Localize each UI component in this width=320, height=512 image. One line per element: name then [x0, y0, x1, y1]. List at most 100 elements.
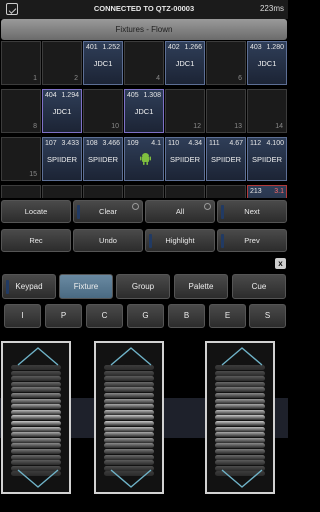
grid-cell[interactable]: 6 [206, 41, 246, 85]
indicator-bar [6, 280, 9, 294]
wheel-rib [215, 393, 265, 398]
attribute-position-button[interactable]: P [45, 304, 82, 328]
wheel-rib [11, 432, 61, 438]
wheel-rib [104, 443, 154, 449]
status-bar: CONNECTED TO QTZ-00003 223ms [0, 0, 288, 19]
grid-cell[interactable]: 2 [42, 41, 82, 85]
all-label: All [175, 207, 185, 216]
fixture-cell[interactable]: 401 1.252 JDC1 [83, 41, 123, 85]
grid-cell[interactable]: 10 [83, 89, 123, 133]
next-button[interactable]: Next [217, 200, 287, 223]
fixture-cell[interactable]: 404 1.294 JDC1 [42, 89, 82, 133]
wheel-rib [215, 421, 265, 426]
grid-cell[interactable] [206, 185, 246, 198]
wheel-rib [215, 449, 265, 454]
grid-cell[interactable] [124, 185, 164, 198]
fixture-grid: 1 2 401 1.252 JDC1 4 402 1.266 JDC1 6 40… [0, 41, 288, 198]
next-label: Next [244, 207, 260, 216]
fixture-cell[interactable]: 111 4.67 SPIIDER [206, 137, 246, 181]
wheel-rib [11, 381, 61, 387]
fixture-cell[interactable]: 107 3.433 SPIIDER [42, 137, 82, 181]
grid-cell[interactable]: 14 [247, 89, 287, 133]
undo-button[interactable]: Undo [73, 229, 143, 252]
record-label: Rec [29, 236, 43, 245]
attribute-effect-button[interactable]: E [209, 304, 246, 328]
grid-cell[interactable] [42, 185, 82, 198]
fixture-number: 404 [45, 92, 57, 99]
fixture-value: 3.466 [102, 140, 120, 147]
prev-label: Prev [244, 236, 260, 245]
fixture-cell[interactable]: 112 4.100 SPIIDER [247, 137, 287, 181]
clear-button[interactable]: Clear [73, 200, 143, 223]
wheel-rib [215, 460, 265, 466]
fixture-cell[interactable]: 108 3.466 SPIIDER [83, 137, 123, 181]
attribute-gobo-button[interactable]: G [127, 304, 164, 328]
attribute-colour-button[interactable]: C [86, 304, 123, 328]
grid-cell[interactable]: 13 [206, 89, 246, 133]
tab-keypad[interactable]: Keypad [2, 274, 56, 299]
fixture-name: JDC1 [175, 59, 195, 68]
wheel-rib [104, 404, 154, 410]
fixture-number: 108 [86, 140, 98, 147]
wheel-rib [11, 404, 61, 410]
highlight-button[interactable]: Highlight [145, 229, 215, 252]
fixture-number: 110 [168, 140, 180, 147]
attribute-intensity-button[interactable]: I [4, 304, 41, 328]
cell-number: 4 [156, 75, 160, 82]
grid-cell[interactable]: 8 [1, 89, 41, 133]
prev-button[interactable]: Prev [217, 229, 287, 252]
locate-button[interactable]: Locate [1, 200, 71, 223]
all-button[interactable]: All [145, 200, 215, 223]
cell-number: 6 [238, 75, 242, 82]
wheel-rib [104, 437, 154, 443]
tab-fixture[interactable]: Fixture [59, 274, 113, 299]
attribute-special-button[interactable]: S [249, 304, 286, 328]
tab-group[interactable]: Group [116, 274, 170, 299]
grid-cell[interactable] [83, 185, 123, 198]
encoder-wheel-2[interactable] [94, 341, 164, 494]
fixture-name: JDC1 [257, 59, 277, 68]
fixture-value: 1.266 [184, 44, 202, 51]
wheel-rib [11, 415, 61, 421]
encoder-wheel-1[interactable] [1, 341, 71, 494]
wheel-rib [11, 393, 61, 398]
arrow-down-icon [17, 469, 59, 488]
wheel-rib [11, 409, 61, 415]
tab-label: Keypad [15, 282, 43, 291]
key-label: E [224, 311, 231, 320]
arrow-up-icon [110, 347, 152, 366]
grid-cell[interactable]: 4 [124, 41, 164, 85]
fixture-number: 402 [168, 44, 180, 51]
attribute-beam-button[interactable]: B [168, 304, 205, 328]
close-button[interactable]: x [275, 258, 286, 269]
cell-number: 14 [275, 123, 283, 130]
encoder-wheel-3[interactable] [205, 341, 275, 494]
fixture-cell[interactable]: 403 1.280 JDC1 [247, 41, 287, 85]
grid-cell[interactable] [1, 185, 41, 198]
indicator-bar [221, 234, 224, 248]
fixture-value: 1.280 [266, 44, 284, 51]
fixture-number: 405 [127, 92, 139, 99]
wheel-rib [215, 437, 265, 443]
record-button[interactable]: Rec [1, 229, 71, 252]
arrow-down-icon [221, 469, 263, 488]
tab-palette[interactable]: Palette [174, 274, 228, 299]
fixture-number: 401 [86, 44, 98, 51]
fixture-value: 1.252 [102, 44, 120, 51]
fixture-cell[interactable]: 213 3.1 [247, 185, 287, 198]
fixture-cell[interactable]: 402 1.266 JDC1 [165, 41, 205, 85]
wheel-rib [104, 415, 154, 421]
wheel-rib [11, 376, 61, 382]
indicator-bar [221, 205, 224, 219]
fixture-name: JDC1 [134, 107, 154, 116]
grid-cell[interactable]: 1 [1, 41, 41, 85]
fixture-cell[interactable]: 109 4.1 [124, 137, 164, 181]
fixture-cell[interactable]: 405 1.308 JDC1 [124, 89, 164, 133]
grid-cell[interactable]: 15 [1, 137, 41, 181]
wheel-rib [11, 454, 61, 460]
grid-cell[interactable]: 12 [165, 89, 205, 133]
tab-label: Group [131, 282, 155, 291]
fixture-cell[interactable]: 110 4.34 SPIIDER [165, 137, 205, 181]
grid-cell[interactable] [165, 185, 205, 198]
tab-cue[interactable]: Cue [232, 274, 286, 299]
